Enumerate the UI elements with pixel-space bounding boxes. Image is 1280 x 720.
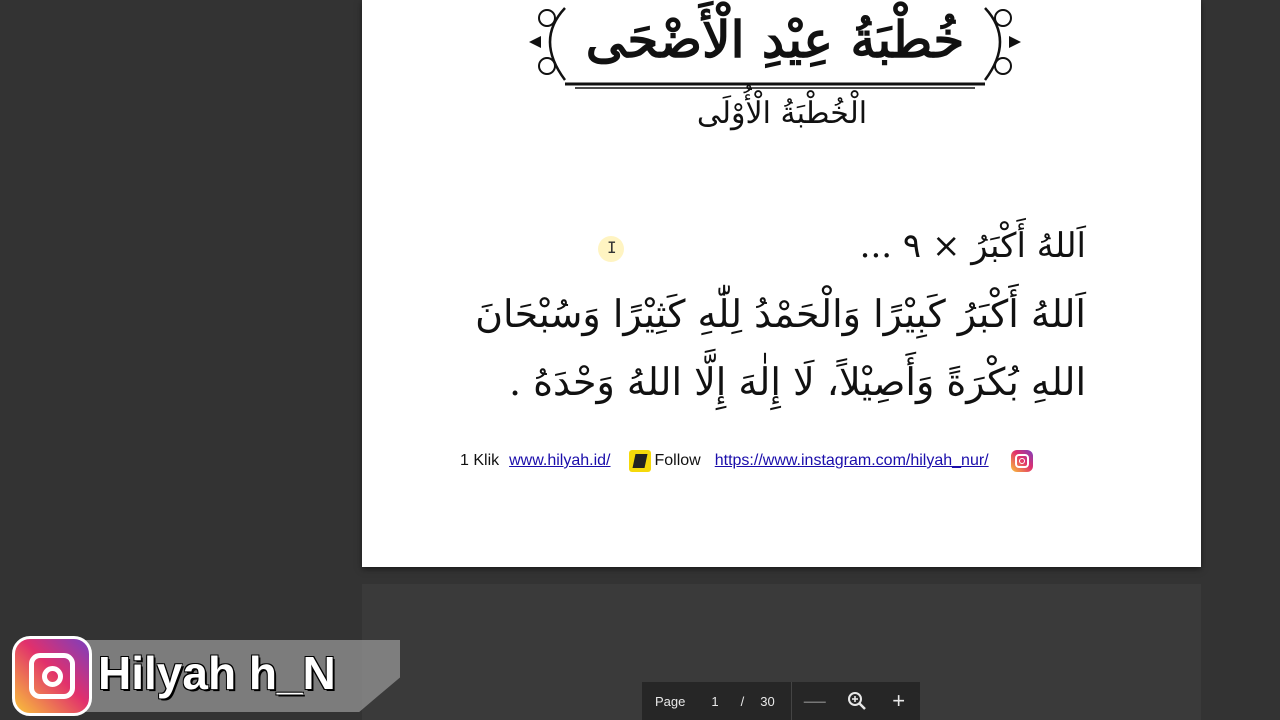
document-subtitle: الْخُطْبَةُ الْأُوْلَى <box>696 96 868 131</box>
pdf-viewer: خُطْبَةُ عِيْدِ الْأَضْحَى الْخُطْبَةُ ا… <box>0 0 1280 720</box>
text-line-2: اَللهُ أَكْبَرُ كَبِيْرًا وَالْحَمْدُ لِ… <box>475 292 1086 336</box>
watermark-text: Hilyah h_N <box>98 647 336 699</box>
page-separator: / <box>740 693 745 709</box>
pdf-page: خُطْبَةُ عِيْدِ الْأَضْحَى الْخُطْبَةُ ا… <box>362 0 1201 567</box>
follow-brand-icon <box>628 450 651 472</box>
instagram-icon[interactable] <box>1010 450 1033 472</box>
zoom-out-button[interactable]: — <box>794 682 836 720</box>
text-line-1: اَللهُ أَكْبَرُ × ٩ ... <box>859 226 1086 266</box>
klik-label: 1 Klik <box>460 452 500 469</box>
website-link[interactable]: www.hilyah.id/ <box>509 452 610 470</box>
ornamental-title-frame: خُطْبَةُ عِيْدِ الْأَضْحَى <box>525 0 1025 90</box>
instagram-link[interactable]: https://www.instagram.com/hilyah_nur/ <box>715 452 989 470</box>
toolbar-divider <box>790 682 792 720</box>
zoom-in-button[interactable]: + <box>878 682 920 720</box>
follow-label: Follow <box>654 452 701 469</box>
instagram-logo-icon <box>12 636 92 716</box>
text-cursor-icon: I <box>607 238 617 257</box>
text-line-3: اللهِ بُكْرَةً وَأَصِيْلاً، لَا إِلٰهَ إ… <box>508 360 1086 404</box>
document-title: خُطْبَةُ عِيْدِ الْأَضْحَى <box>585 10 965 69</box>
channel-watermark: Hilyah h_N <box>0 634 400 720</box>
page-toolbar: Page 1 / 30 — + <box>642 682 920 720</box>
document-footer: 1 Klik www.hilyah.id/ Follow https://www… <box>460 448 1120 474</box>
page-label: Page <box>655 693 686 709</box>
current-page-input[interactable]: 1 <box>711 694 718 709</box>
total-pages: 30 <box>760 693 775 709</box>
magnifier-icon <box>847 692 866 710</box>
zoom-fit-button[interactable] <box>836 682 878 720</box>
